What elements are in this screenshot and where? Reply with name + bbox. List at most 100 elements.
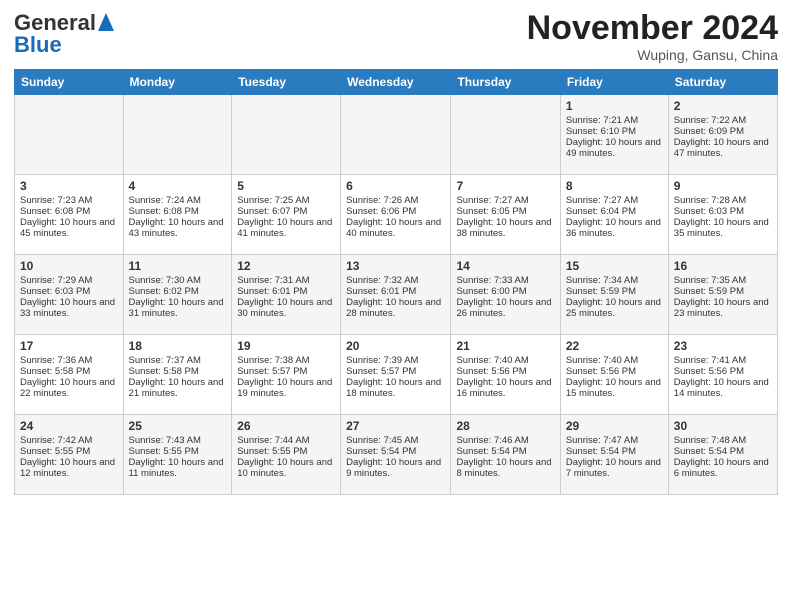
daylight-text: Daylight: 10 hours and 11 minutes. xyxy=(129,457,227,479)
daylight-text: Daylight: 10 hours and 12 minutes. xyxy=(20,457,118,479)
sunset-text: Sunset: 6:08 PM xyxy=(20,206,118,217)
sunset-text: Sunset: 6:08 PM xyxy=(129,206,227,217)
day-number: 3 xyxy=(20,179,118,193)
sunset-text: Sunset: 5:54 PM xyxy=(566,446,663,457)
sunrise-text: Sunrise: 7:40 AM xyxy=(456,355,554,366)
daylight-text: Daylight: 10 hours and 38 minutes. xyxy=(456,217,554,239)
sunrise-text: Sunrise: 7:39 AM xyxy=(346,355,445,366)
calendar-cell: 23Sunrise: 7:41 AMSunset: 5:56 PMDayligh… xyxy=(668,335,777,415)
day-number: 11 xyxy=(129,259,227,273)
day-number: 24 xyxy=(20,419,118,433)
sunset-text: Sunset: 5:57 PM xyxy=(237,366,335,377)
calendar-table: SundayMondayTuesdayWednesdayThursdayFrid… xyxy=(14,69,778,495)
sunset-text: Sunset: 6:06 PM xyxy=(346,206,445,217)
day-header-saturday: Saturday xyxy=(668,70,777,95)
sunset-text: Sunset: 5:54 PM xyxy=(346,446,445,457)
calendar-cell: 28Sunrise: 7:46 AMSunset: 5:54 PMDayligh… xyxy=(451,415,560,495)
sunset-text: Sunset: 5:58 PM xyxy=(20,366,118,377)
daylight-text: Daylight: 10 hours and 28 minutes. xyxy=(346,297,445,319)
sunrise-text: Sunrise: 7:30 AM xyxy=(129,275,227,286)
calendar-cell: 6Sunrise: 7:26 AMSunset: 6:06 PMDaylight… xyxy=(341,175,451,255)
title-block: November 2024 Wuping, Gansu, China xyxy=(527,10,778,63)
daylight-text: Daylight: 10 hours and 22 minutes. xyxy=(20,377,118,399)
calendar-cell: 17Sunrise: 7:36 AMSunset: 5:58 PMDayligh… xyxy=(15,335,124,415)
calendar-cell: 19Sunrise: 7:38 AMSunset: 5:57 PMDayligh… xyxy=(232,335,341,415)
day-header-monday: Monday xyxy=(123,70,232,95)
sunrise-text: Sunrise: 7:27 AM xyxy=(456,195,554,206)
sunrise-text: Sunrise: 7:29 AM xyxy=(20,275,118,286)
daylight-text: Daylight: 10 hours and 8 minutes. xyxy=(456,457,554,479)
calendar-cell: 16Sunrise: 7:35 AMSunset: 5:59 PMDayligh… xyxy=(668,255,777,335)
daylight-text: Daylight: 10 hours and 25 minutes. xyxy=(566,297,663,319)
calendar-cell: 22Sunrise: 7:40 AMSunset: 5:56 PMDayligh… xyxy=(560,335,668,415)
day-number: 13 xyxy=(346,259,445,273)
sunset-text: Sunset: 5:54 PM xyxy=(674,446,772,457)
daylight-text: Daylight: 10 hours and 49 minutes. xyxy=(566,137,663,159)
daylight-text: Daylight: 10 hours and 45 minutes. xyxy=(20,217,118,239)
calendar-cell: 12Sunrise: 7:31 AMSunset: 6:01 PMDayligh… xyxy=(232,255,341,335)
sunset-text: Sunset: 6:01 PM xyxy=(346,286,445,297)
sunrise-text: Sunrise: 7:25 AM xyxy=(237,195,335,206)
calendar-cell: 8Sunrise: 7:27 AMSunset: 6:04 PMDaylight… xyxy=(560,175,668,255)
calendar-cell xyxy=(232,95,341,175)
sunrise-text: Sunrise: 7:37 AM xyxy=(129,355,227,366)
month-title: November 2024 xyxy=(527,10,778,47)
sunrise-text: Sunrise: 7:35 AM xyxy=(674,275,772,286)
calendar-cell xyxy=(15,95,124,175)
calendar-cell xyxy=(451,95,560,175)
sunrise-text: Sunrise: 7:47 AM xyxy=(566,435,663,446)
day-number: 23 xyxy=(674,339,772,353)
daylight-text: Daylight: 10 hours and 16 minutes. xyxy=(456,377,554,399)
sunset-text: Sunset: 6:05 PM xyxy=(456,206,554,217)
calendar-cell: 26Sunrise: 7:44 AMSunset: 5:55 PMDayligh… xyxy=(232,415,341,495)
day-number: 12 xyxy=(237,259,335,273)
calendar-cell: 2Sunrise: 7:22 AMSunset: 6:09 PMDaylight… xyxy=(668,95,777,175)
sunset-text: Sunset: 5:55 PM xyxy=(237,446,335,457)
sunrise-text: Sunrise: 7:41 AM xyxy=(674,355,772,366)
sunrise-text: Sunrise: 7:45 AM xyxy=(346,435,445,446)
daylight-text: Daylight: 10 hours and 10 minutes. xyxy=(237,457,335,479)
day-number: 15 xyxy=(566,259,663,273)
sunrise-text: Sunrise: 7:28 AM xyxy=(674,195,772,206)
calendar-cell: 10Sunrise: 7:29 AMSunset: 6:03 PMDayligh… xyxy=(15,255,124,335)
calendar-cell: 21 Sunrise: 7:40 AMSunset: 5:56 PMDayligh… xyxy=(451,335,560,415)
day-header-sunday: Sunday xyxy=(15,70,124,95)
day-number: 4 xyxy=(129,179,227,193)
calendar-cell xyxy=(123,95,232,175)
location: Wuping, Gansu, China xyxy=(527,47,778,63)
day-number: 18 xyxy=(129,339,227,353)
day-number: 30 xyxy=(674,419,772,433)
sunset-text: Sunset: 5:55 PM xyxy=(129,446,227,457)
daylight-text: Daylight: 10 hours and 35 minutes. xyxy=(674,217,772,239)
sunset-text: Sunset: 5:59 PM xyxy=(674,286,772,297)
sunrise-text: Sunrise: 7:22 AM xyxy=(674,115,772,126)
calendar-cell: 1Sunrise: 7:21 AMSunset: 6:10 PMDaylight… xyxy=(560,95,668,175)
calendar-header-row: SundayMondayTuesdayWednesdayThursdayFrid… xyxy=(15,70,778,95)
sunrise-text: Sunrise: 7:46 AM xyxy=(456,435,554,446)
sunrise-text: Sunrise: 7:23 AM xyxy=(20,195,118,206)
sunset-text: Sunset: 6:00 PM xyxy=(456,286,554,297)
sunset-text: Sunset: 6:03 PM xyxy=(20,286,118,297)
daylight-text: Daylight: 10 hours and 9 minutes. xyxy=(346,457,445,479)
sunrise-text: Sunrise: 7:26 AM xyxy=(346,195,445,206)
daylight-text: Daylight: 10 hours and 19 minutes. xyxy=(237,377,335,399)
daylight-text: Daylight: 10 hours and 47 minutes. xyxy=(674,137,772,159)
sunrise-text: Sunrise: 7:27 AM xyxy=(566,195,663,206)
week-row-3: 10Sunrise: 7:29 AMSunset: 6:03 PMDayligh… xyxy=(15,255,778,335)
sunset-text: Sunset: 5:56 PM xyxy=(456,366,554,377)
sunrise-text: Sunrise: 7:43 AM xyxy=(129,435,227,446)
day-number: 14 xyxy=(456,259,554,273)
sunrise-text: Sunrise: 7:24 AM xyxy=(129,195,227,206)
daylight-text: Daylight: 10 hours and 26 minutes. xyxy=(456,297,554,319)
daylight-text: Daylight: 10 hours and 43 minutes. xyxy=(129,217,227,239)
sunset-text: Sunset: 5:56 PM xyxy=(674,366,772,377)
sunset-text: Sunset: 5:59 PM xyxy=(566,286,663,297)
daylight-text: Daylight: 10 hours and 36 minutes. xyxy=(566,217,663,239)
sunrise-text: Sunrise: 7:40 AM xyxy=(566,355,663,366)
sunset-text: Sunset: 6:10 PM xyxy=(566,126,663,137)
day-number: 21 xyxy=(456,339,554,353)
daylight-text: Daylight: 10 hours and 21 minutes. xyxy=(129,377,227,399)
day-number: 25 xyxy=(129,419,227,433)
calendar-cell: 20Sunrise: 7:39 AMSunset: 5:57 PMDayligh… xyxy=(341,335,451,415)
calendar-cell: 27Sunrise: 7:45 AMSunset: 5:54 PMDayligh… xyxy=(341,415,451,495)
